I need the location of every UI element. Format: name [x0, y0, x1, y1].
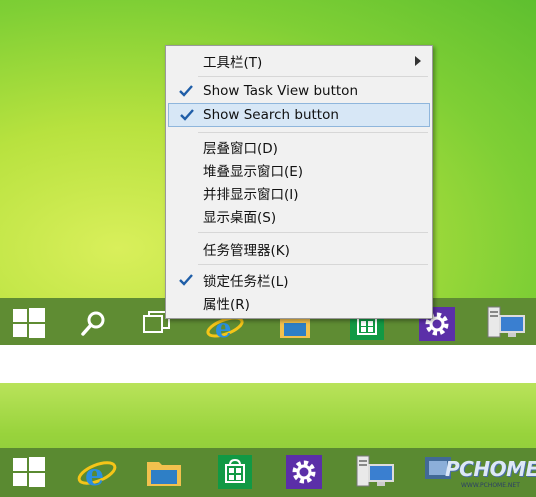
remote-desktop-icon[interactable]	[355, 454, 395, 490]
menu-item-task-manager[interactable]: 任务管理器(K)	[168, 238, 430, 260]
file-explorer-icon[interactable]	[147, 458, 181, 486]
menu-item-cascade-windows[interactable]: 层叠窗口(D)	[168, 136, 430, 158]
menu-item-stack-windows[interactable]: 堆叠显示窗口(E)	[168, 159, 430, 181]
store-icon[interactable]	[218, 455, 252, 489]
svg-text:e: e	[85, 458, 104, 491]
menu-separator	[198, 76, 428, 77]
watermark-text: PCHOME	[445, 457, 536, 481]
menu-item-label: 层叠窗口(D)	[203, 141, 278, 157]
menu-item-label: 任务管理器(K)	[203, 243, 290, 259]
menu-item-toolbars[interactable]: 工具栏(T)	[168, 50, 430, 72]
menu-item-show-search[interactable]: Show Search button	[168, 103, 430, 127]
check-icon	[179, 107, 195, 123]
menu-item-label: 堆叠显示窗口(E)	[203, 164, 304, 180]
watermark-url: WWW.PCHOME.NET	[461, 482, 520, 489]
menu-item-label: 工具栏(T)	[203, 55, 263, 71]
menu-item-show-desktop[interactable]: 显示桌面(S)	[168, 205, 430, 227]
check-icon	[178, 272, 194, 288]
internet-explorer-icon[interactable]: e	[76, 455, 118, 491]
settings-icon[interactable]	[286, 455, 322, 489]
menu-item-properties[interactable]: 属性(R)	[168, 292, 430, 314]
submenu-arrow-icon	[415, 56, 421, 66]
menu-item-label: 并排显示窗口(I)	[203, 187, 299, 203]
remote-desktop-icon[interactable]	[486, 305, 526, 341]
windows-start-icon[interactable]	[13, 457, 45, 487]
check-icon	[178, 83, 194, 99]
taskbar-context-menu: 工具栏(T) Show Task View button Show Search…	[165, 45, 433, 319]
menu-item-show-task-view[interactable]: Show Task View button	[168, 80, 430, 102]
windows-start-icon[interactable]	[13, 308, 45, 338]
search-icon[interactable]	[78, 310, 108, 338]
menu-separator	[198, 264, 428, 265]
menu-item-side-by-side[interactable]: 并排显示窗口(I)	[168, 182, 430, 204]
menu-item-label: Show Search button	[203, 107, 339, 123]
menu-item-label: Show Task View button	[203, 83, 358, 99]
menu-separator	[198, 132, 428, 133]
menu-item-label: 属性(R)	[203, 297, 250, 313]
menu-item-lock-taskbar[interactable]: 锁定任务栏(L)	[168, 269, 430, 291]
menu-item-label: 锁定任务栏(L)	[203, 274, 289, 290]
menu-item-label: 显示桌面(S)	[203, 210, 277, 226]
pchome-watermark-logo: PCHOME WWW.PCHOME.NET	[423, 454, 536, 494]
menu-separator	[198, 232, 428, 233]
